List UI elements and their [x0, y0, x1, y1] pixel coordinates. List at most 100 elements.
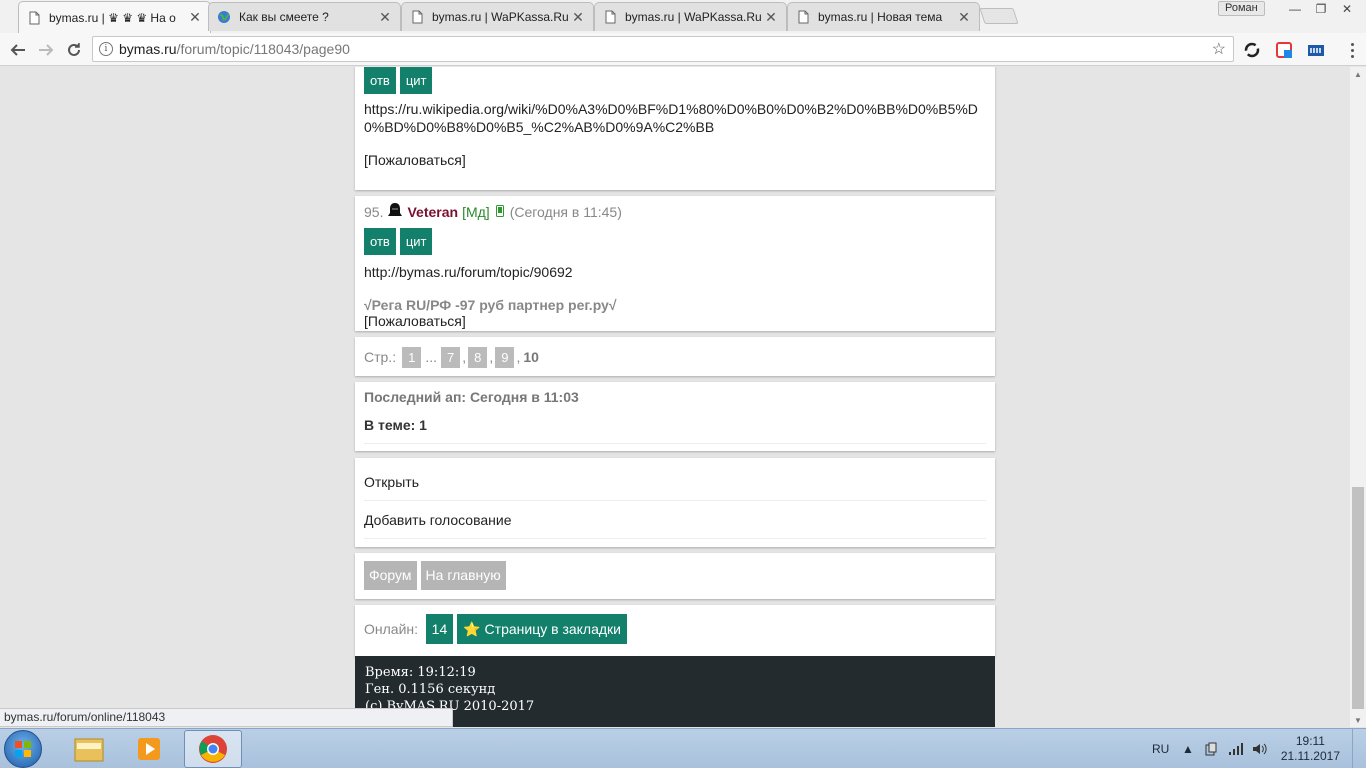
status-bar-url: bymas.ru/forum/online/118043 [0, 708, 453, 727]
minimize-icon[interactable]: — [1282, 1, 1308, 17]
current-page: 10 [523, 349, 539, 365]
network-signal-icon[interactable] [1228, 729, 1244, 768]
post-95: 95. Veteran [Мд] (Сегодня в 11:45) отв ци… [355, 196, 995, 331]
new-tab-button[interactable] [979, 8, 1019, 24]
close-icon[interactable]: ✕ [764, 9, 778, 26]
post-signature[interactable]: √Рега RU/РФ -97 руб партнер рег.ру√ [364, 297, 986, 313]
address-bar[interactable]: i bymas.ru/forum/topic/118043/page90 ☆ [92, 36, 1234, 62]
url-host: bymas.ru [119, 41, 177, 57]
home-button[interactable]: На главную [420, 561, 506, 590]
footer-time: Время: 19:12:19 [365, 665, 476, 680]
tab-3[interactable]: bymas.ru | WaPKassa.Ru ✕ [401, 2, 594, 31]
chrome-icon [199, 735, 227, 763]
topic-actions: Открыть Добавить голосование [355, 458, 995, 547]
tab-title: Как вы смеете ? [239, 10, 329, 24]
restore-icon[interactable]: ❐ [1308, 1, 1334, 17]
page-icon [410, 10, 424, 24]
footer-gen-time: Ген. 0.1156 секунд [365, 682, 496, 697]
close-icon[interactable]: ✕ [378, 9, 392, 26]
folder-icon [74, 738, 104, 762]
tab-2[interactable]: Как вы смеете ? ✕ [208, 2, 401, 31]
pager-label: Стр.: [364, 349, 397, 365]
post-text-link[interactable]: http://bymas.ru/forum/topic/90692 [364, 263, 986, 297]
tab-1[interactable]: bymas.ru | ♛ ♛ ♛ На о ✕ [18, 1, 211, 33]
tray-expand-icon[interactable]: ▲ [1182, 729, 1194, 768]
reload-icon[interactable] [62, 38, 86, 62]
page-link-7[interactable]: 7 [441, 346, 461, 368]
mobile-phone-icon [495, 202, 504, 222]
post-author-link[interactable]: Veteran [407, 202, 458, 222]
close-icon[interactable]: ✕ [957, 9, 971, 26]
quote-button[interactable]: цит [399, 228, 433, 255]
reply-button[interactable]: отв [364, 228, 396, 255]
page-viewport: отв цит https://ru.wikipedia.org/wiki/%D0… [0, 67, 1350, 727]
page-icon [27, 11, 41, 25]
volume-icon[interactable] [1252, 729, 1268, 768]
page-link-1[interactable]: 1 [402, 346, 422, 368]
post-number: 95. [364, 204, 384, 220]
language-indicator[interactable]: RU [1152, 729, 1169, 768]
taskbar: RU ▲ 19:11 21.11.2017 [0, 728, 1366, 768]
pager-ellipsis: ... [425, 349, 437, 365]
page-link-8[interactable]: 8 [468, 346, 488, 368]
post-header: 95. Veteran [Мд] (Сегодня в 11:45) [364, 202, 986, 222]
scrollbar-thumb[interactable] [1352, 487, 1364, 709]
quote-button[interactable]: цит [399, 67, 433, 94]
info-icon[interactable]: i [99, 42, 113, 56]
open-topic-link[interactable]: Открыть [364, 463, 986, 501]
extension-grid-icon[interactable] [1304, 38, 1328, 62]
topic-info: Последний ап: Сегодня в 11:03 В теме: 1 [355, 382, 995, 451]
forum-button[interactable]: Форум [364, 561, 417, 590]
profile-button[interactable]: Роман [1218, 1, 1265, 16]
bookmark-page-button[interactable]: ⭐ Страницу в закладки [457, 614, 627, 644]
bookmark-star-icon[interactable]: ☆ [1212, 39, 1226, 59]
darth-avatar-icon [387, 202, 403, 223]
show-desktop-button[interactable] [1352, 729, 1366, 768]
tab-5[interactable]: bymas.ru | Новая тема ✕ [787, 2, 980, 31]
tab-4[interactable]: bymas.ru | WaPKassa.Ru ✕ [594, 2, 787, 31]
menu-dots-icon[interactable] [1344, 38, 1360, 62]
close-window-icon[interactable]: ✕ [1334, 1, 1360, 17]
media-player-app[interactable] [120, 730, 178, 768]
scroll-up-icon[interactable]: ▲ [1350, 67, 1366, 81]
tab-title: bymas.ru | WaPKassa.Ru [625, 10, 762, 24]
tab-title: bymas.ru | ♛ ♛ ♛ На о [49, 10, 176, 25]
chrome-app[interactable] [184, 730, 242, 768]
online-count-button[interactable]: 14 [425, 614, 454, 644]
extension-shield-icon[interactable] [1272, 38, 1296, 62]
clock[interactable]: 19:11 21.11.2017 [1281, 734, 1340, 764]
scroll-down-icon[interactable]: ▼ [1350, 713, 1366, 727]
page-icon [796, 10, 810, 24]
url-path: /forum/topic/118043/page90 [176, 41, 350, 57]
page-link-9[interactable]: 9 [495, 346, 515, 368]
url-text[interactable]: bymas.ru/forum/topic/118043/page90 [119, 41, 350, 57]
post-time: (Сегодня в 11:45) [509, 204, 622, 220]
forward-arrow-icon[interactable] [34, 38, 58, 62]
complain-link[interactable]: [Пожаловаться] [364, 313, 986, 329]
in-topic-count: В теме: 1 [364, 416, 986, 444]
post-text-link[interactable]: https://ru.wikipedia.org/wiki/%D0%A3%D0%… [364, 100, 986, 152]
media-player-icon [138, 738, 160, 760]
globe-icon [217, 10, 231, 24]
close-icon[interactable]: ✕ [571, 9, 585, 26]
online-bar: Онлайн: 14 ⭐ Страницу в закладки [355, 605, 995, 657]
page-scrollbar[interactable]: ▲ ▼ [1350, 67, 1366, 727]
page-icon [603, 10, 617, 24]
add-poll-link[interactable]: Добавить голосование [364, 501, 986, 539]
tab-title: bymas.ru | WaPKassa.Ru [432, 10, 569, 24]
explorer-app[interactable] [60, 730, 118, 768]
post-94: отв цит https://ru.wikipedia.org/wiki/%D0… [355, 67, 995, 190]
close-icon[interactable]: ✕ [188, 9, 202, 26]
online-label: Онлайн: [364, 621, 419, 637]
reply-button[interactable]: отв [364, 67, 396, 94]
start-button[interactable] [4, 730, 42, 768]
extension-sync-icon[interactable] [1240, 38, 1264, 62]
windows-logo-icon [15, 741, 31, 757]
device-icon[interactable] [1204, 729, 1218, 768]
tab-strip: bymas.ru | ♛ ♛ ♛ На о ✕ Как вы смеете ? … [0, 0, 1366, 33]
complain-link[interactable]: [Пожаловаться] [364, 152, 986, 168]
back-arrow-icon[interactable] [6, 38, 30, 62]
window-controls: — ❐ ✕ [1282, 1, 1360, 17]
tab-title: bymas.ru | Новая тема [818, 10, 943, 24]
pagination: Стр.: 1 ... 7, 8, 9, 10 [355, 337, 995, 376]
